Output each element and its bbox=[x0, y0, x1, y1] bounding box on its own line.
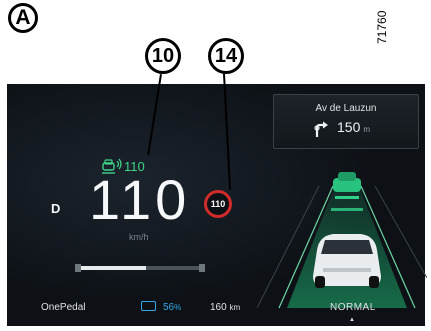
nav-distance: 150 m bbox=[337, 119, 370, 135]
regen-gauge-right-cap bbox=[199, 264, 205, 272]
following-distance-bar-1 bbox=[335, 196, 359, 199]
turn-right-arrow-icon bbox=[314, 121, 328, 137]
instrument-cluster-display: Av de Lauzun 150 m 110 D 110 km/h 110 On… bbox=[7, 84, 427, 326]
battery-icon bbox=[141, 301, 156, 311]
drive-style-label: OnePedal bbox=[41, 302, 86, 313]
drive-mode-caret-icon: ▲ bbox=[349, 317, 355, 323]
current-speed: 110 bbox=[89, 168, 191, 231]
speed-unit: km/h bbox=[129, 232, 149, 242]
nav-distance-value: 150 bbox=[337, 119, 361, 135]
callout-number-10: 10 bbox=[145, 38, 181, 74]
own-vehicle-icon bbox=[313, 234, 381, 288]
nav-distance-unit: m bbox=[363, 125, 371, 134]
callout-number-14: 14 bbox=[208, 38, 244, 74]
range-readout: 160 km bbox=[210, 302, 240, 313]
navigation-panel: Av de Lauzun 150 m bbox=[273, 94, 419, 149]
nav-street-name: Av de Lauzun bbox=[315, 103, 377, 114]
speed-limit-sign: 110 bbox=[204, 190, 232, 218]
drive-mode-label: NORMAL bbox=[330, 302, 376, 313]
regen-gauge-fill bbox=[81, 266, 146, 270]
following-distance-bar-2 bbox=[331, 208, 363, 211]
range-unit: km bbox=[229, 303, 241, 312]
battery-percentage: 56% bbox=[163, 302, 181, 313]
battery-percent-value: 56 bbox=[163, 302, 175, 313]
driving-assist-scene bbox=[257, 172, 427, 309]
gear-indicator: D bbox=[51, 201, 61, 216]
battery-percent-unit: % bbox=[174, 303, 182, 312]
figure-label: A bbox=[8, 3, 38, 33]
reference-code: 71760 bbox=[375, 10, 389, 44]
lead-vehicle-icon bbox=[333, 172, 361, 192]
range-value: 160 bbox=[210, 302, 227, 313]
regen-gauge bbox=[75, 264, 205, 272]
